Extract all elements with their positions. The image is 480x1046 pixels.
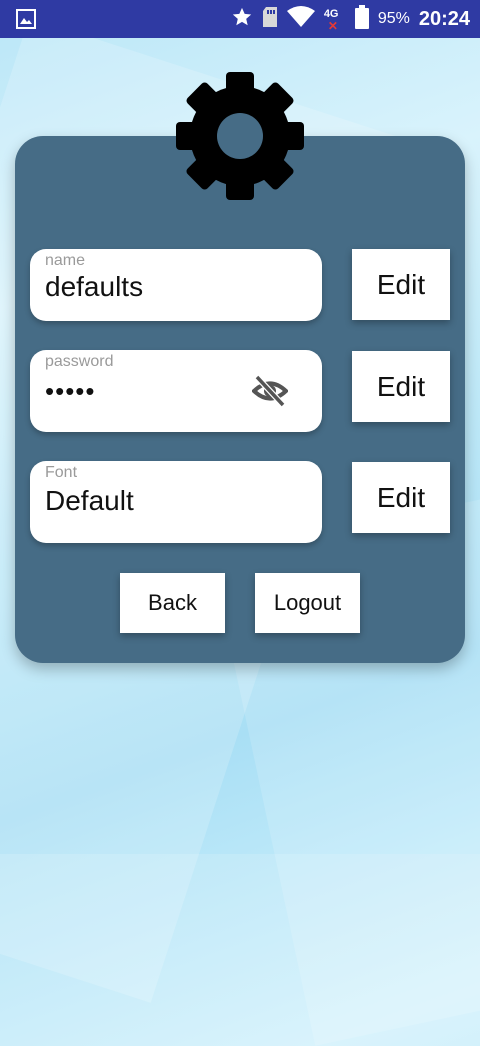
name-field-value: defaults <box>45 271 144 302</box>
clock: 20:24 <box>418 7 470 30</box>
font-field-value: Default <box>45 485 134 516</box>
sd-card-icon <box>262 6 278 33</box>
battery-icon <box>354 4 369 34</box>
font-field[interactable]: Font Default <box>30 461 322 543</box>
edit-name-button[interactable]: Edit <box>352 249 450 320</box>
eye-off-icon[interactable] <box>252 374 288 408</box>
name-field[interactable]: name defaults <box>30 249 322 321</box>
status-bar: 4G ✕ 95% 20:24 <box>0 0 480 38</box>
password-field-label: password <box>45 353 114 370</box>
wifi-icon <box>286 5 315 33</box>
password-field-value: ••••• <box>45 376 96 406</box>
edit-password-button[interactable]: Edit <box>352 351 450 422</box>
gallery-notification-icon <box>16 9 36 34</box>
back-button[interactable]: Back <box>120 573 225 633</box>
no-data-icon: ✕ <box>327 19 338 33</box>
name-field-label: name <box>45 252 86 269</box>
settings-card: name defaults Edit password ••••• Edit F… <box>15 136 465 663</box>
cellular-network-icon: 4G ✕ <box>324 6 346 33</box>
font-field-label: Font <box>45 464 78 481</box>
logout-button[interactable]: Logout <box>255 573 360 633</box>
star-icon <box>231 6 253 33</box>
battery-percent: 95% <box>377 10 410 27</box>
edit-font-button[interactable]: Edit <box>352 462 450 533</box>
password-field[interactable]: password ••••• <box>30 350 322 432</box>
gear-icon <box>176 72 304 200</box>
